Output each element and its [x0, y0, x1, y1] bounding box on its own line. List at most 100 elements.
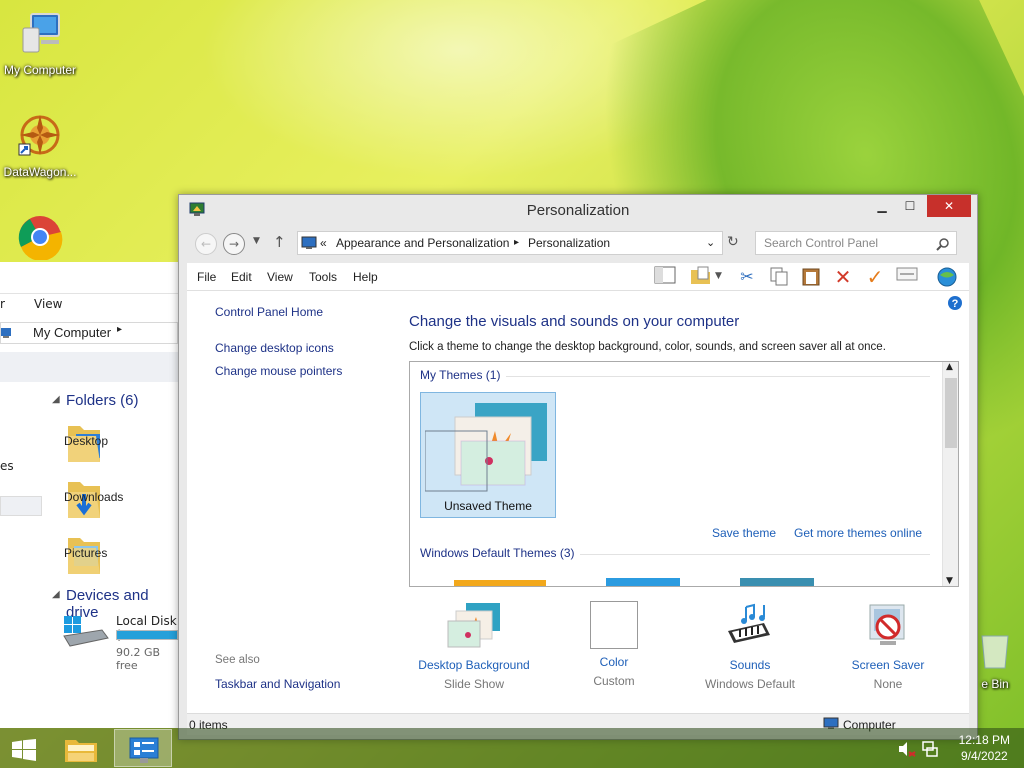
save-theme-link[interactable]: Save theme	[712, 526, 776, 540]
explorer-toolbar-strip	[0, 352, 178, 382]
address-overflow[interactable]: «	[320, 232, 327, 254]
desktop-icon-label: My Computer	[3, 63, 77, 77]
desktop-background-setting[interactable]: Desktop Background Slide Show	[409, 601, 539, 691]
properties-icon[interactable]	[895, 266, 919, 288]
page-title: Change the visuals and sounds on your co…	[409, 313, 740, 330]
windows-logo-icon	[12, 739, 36, 761]
desktop-icon-chrome[interactable]	[0, 214, 80, 267]
scroll-thumb[interactable]	[945, 378, 957, 448]
setting-title[interactable]: Desktop Background	[409, 658, 539, 672]
search-input[interactable]: Search Control Panel	[755, 231, 957, 255]
forward-button[interactable]: →	[223, 233, 245, 255]
computer-icon	[1, 328, 11, 338]
address-crumb-appearance[interactable]: Appearance and Personalization	[336, 232, 509, 254]
recent-locations-dropdown[interactable]: ▼	[253, 236, 260, 246]
page-description: Click a theme to change the desktop back…	[409, 341, 886, 353]
chrome-icon	[18, 216, 63, 261]
setting-title[interactable]: Color	[549, 655, 679, 669]
menu-file[interactable]: File	[197, 270, 216, 284]
delete-icon[interactable]: ✕	[831, 266, 855, 288]
globe-icon[interactable]	[935, 266, 959, 288]
disk-free: 90.2 GB free	[116, 646, 161, 672]
menu-edit[interactable]: Edit	[231, 270, 252, 284]
network-icon[interactable]	[922, 741, 938, 757]
dropdown-arrow-icon[interactable]: ▼	[715, 271, 722, 281]
themes-list[interactable]: My Themes (1) Unsaved Theme Save theme G…	[409, 361, 959, 587]
up-arrow-icon[interactable]: ↑	[273, 233, 286, 251]
search-placeholder: Search Control Panel	[764, 236, 879, 250]
setting-title[interactable]: Sounds	[685, 658, 815, 672]
start-button[interactable]	[0, 729, 48, 767]
setting-value: Windows Default	[704, 677, 796, 691]
theme-preview-default-3[interactable]	[740, 578, 814, 586]
help-icon[interactable]: ?	[947, 295, 963, 311]
taskbar-file-explorer[interactable]	[52, 729, 110, 767]
window-title: Personalization	[526, 202, 630, 219]
disk-usage-fill	[117, 631, 177, 639]
link-change-desktop-icons[interactable]: Change desktop icons	[215, 341, 334, 355]
title-bar[interactable]: Personalization ▁ ☐ ✕	[179, 195, 977, 225]
control-panel-icon	[129, 737, 159, 763]
theme-tile-unsaved[interactable]: Unsaved Theme	[420, 392, 556, 518]
ribbon-tab-fragment[interactable]: r	[0, 297, 5, 311]
personalization-settings: Desktop Background Slide Show Color Cust…	[409, 601, 965, 711]
screen-saver-setting[interactable]: Screen Saver None	[823, 601, 953, 691]
link-taskbar-navigation[interactable]: Taskbar and Navigation	[215, 677, 340, 691]
menu-help[interactable]: Help	[353, 270, 378, 284]
theme-preview-default-1[interactable]	[454, 580, 546, 586]
address-crumb-personalization[interactable]: Personalization	[528, 232, 610, 254]
copy-icon[interactable]	[767, 266, 791, 288]
scroll-down-icon[interactable]: ▼	[946, 576, 953, 586]
color-setting[interactable]: Color Custom	[549, 601, 679, 688]
taskbar-control-panel[interactable]	[114, 729, 172, 767]
chevron-right-icon[interactable]: ▸	[514, 232, 519, 254]
screen-saver-icon	[869, 604, 905, 645]
color-swatch-icon	[590, 601, 638, 649]
desktop-icon-datawagon[interactable]: DataWagon...	[0, 112, 80, 179]
setting-title[interactable]: Screen Saver	[823, 658, 953, 672]
desktop-icon-my-computer[interactable]: My Computer	[0, 10, 80, 77]
ribbon-tab-view[interactable]: View	[34, 297, 62, 311]
explorer-address-bar[interactable]: My Computer ▸	[0, 322, 178, 344]
link-control-panel-home[interactable]: Control Panel Home	[215, 305, 323, 319]
close-button[interactable]: ✕	[927, 195, 971, 217]
content-area: ? Control Panel Home Change desktop icon…	[187, 291, 969, 713]
theme-preview-default-2[interactable]	[606, 578, 680, 586]
scroll-up-icon[interactable]: ▲	[946, 362, 953, 372]
folders-header[interactable]: Folders (6)	[66, 392, 139, 409]
themes-scrollbar[interactable]: ▲ ▼	[942, 362, 958, 586]
collapse-arrow-icon[interactable]: ◢	[52, 589, 60, 600]
cut-icon[interactable]: ✂	[735, 266, 759, 288]
sounds-icon	[728, 603, 770, 643]
maximize-button[interactable]: ☐	[895, 195, 925, 217]
address-crumb[interactable]: My Computer	[33, 325, 111, 340]
paste-icon[interactable]	[799, 266, 823, 288]
setting-value: Custom	[593, 674, 635, 688]
menu-tools[interactable]: Tools	[309, 270, 337, 284]
preview-pane-icon[interactable]	[653, 266, 677, 288]
search-icon[interactable]	[936, 237, 950, 251]
chevron-down-icon[interactable]: ⌄	[706, 232, 715, 254]
navigation-bar: ← → ▼ ↑ « Appearance and Personalization…	[187, 231, 967, 257]
chevron-right-icon: ▸	[117, 324, 123, 335]
checkmark-icon[interactable]: ✓	[863, 266, 887, 288]
group-my-themes: My Themes (1)	[420, 368, 501, 382]
setting-value: Slide Show	[443, 677, 505, 691]
see-also-label: See also	[215, 654, 260, 666]
refresh-icon[interactable]: ↻	[727, 234, 739, 250]
link-change-mouse-pointers[interactable]: Change mouse pointers	[215, 364, 342, 378]
get-more-themes-link[interactable]: Get more themes online	[794, 526, 922, 540]
menu-view[interactable]: View	[267, 270, 293, 284]
nav-pane-fragment[interactable]: es	[0, 459, 14, 473]
sounds-setting[interactable]: Sounds Windows Default	[685, 601, 815, 691]
back-button[interactable]: ←	[195, 233, 217, 255]
minimize-button[interactable]: ▁	[867, 195, 897, 217]
nav-pane-selected[interactable]	[0, 496, 42, 516]
volume-muted-icon[interactable]	[898, 741, 916, 757]
address-bar[interactable]: « Appearance and Personalization ▸ Perso…	[297, 231, 723, 255]
disk-usage-bar	[116, 630, 178, 640]
clock[interactable]: 12:18 PM 9/4/2022	[959, 732, 1010, 764]
collapse-arrow-icon[interactable]: ◢	[52, 394, 60, 405]
folder-options-icon[interactable]	[689, 266, 713, 288]
desktop-icon-label: DataWagon...	[3, 165, 77, 179]
